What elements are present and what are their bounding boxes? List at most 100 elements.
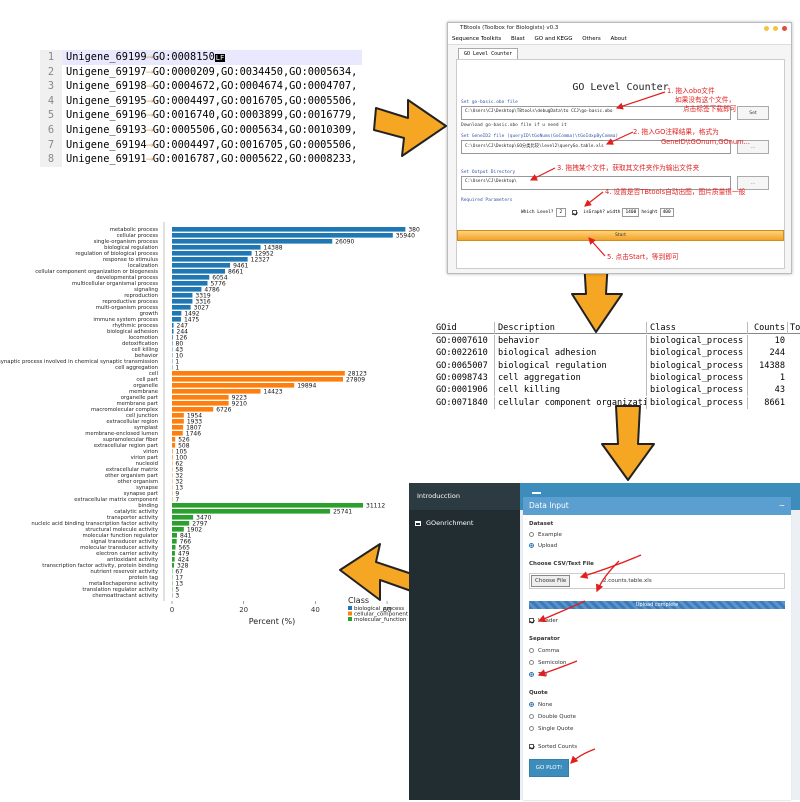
table-cell: biological_process	[646, 335, 747, 347]
table-cell: Counts	[747, 322, 787, 334]
bar	[172, 245, 261, 250]
bar	[172, 257, 248, 262]
go-level-counter-panel: GO Level Counter Set go-basic.obo file C…	[456, 59, 785, 269]
value-label: 35940	[396, 232, 415, 239]
bar	[172, 251, 252, 256]
gene-id: Unigene_69195	[66, 95, 147, 107]
table-cell: Description	[494, 322, 646, 334]
bar	[172, 323, 174, 328]
bar	[172, 311, 181, 316]
bar	[172, 281, 207, 286]
menu-item-others[interactable]: Others	[582, 36, 600, 42]
bar	[172, 335, 173, 340]
table-row: GO:0071840cellular component organizatio…	[432, 397, 800, 409]
bar	[172, 269, 225, 274]
category-label: chemoattractant activity	[92, 593, 158, 599]
bar	[172, 521, 189, 526]
close-button[interactable]	[782, 26, 787, 31]
go-ids: GO:0016740,GO:0003899,GO:0016779,	[153, 109, 358, 121]
gene-id: Unigene_69197	[66, 66, 147, 78]
value-label: 27809	[346, 376, 365, 383]
menu-item-go-kegg[interactable]: GO and KEGG	[535, 36, 573, 42]
menu-item-about[interactable]: About	[611, 36, 627, 42]
gene-id: Unigene_69196	[66, 109, 147, 121]
value-label: 9210	[232, 400, 247, 407]
line-text: Unigene_69197⟶GO:0000209,GO:0034450,GO:0…	[66, 65, 357, 80]
tbtools-window: TBtools (Toolbox for Biologists) v0.3 Se…	[447, 22, 792, 274]
menu-item-blast[interactable]: Blast	[511, 36, 525, 42]
legend-swatch	[348, 612, 352, 616]
bar	[172, 299, 192, 304]
table-cell: GO:0098743	[436, 372, 494, 384]
line-number: 6	[40, 123, 62, 138]
x-tick-label: 0	[170, 606, 174, 614]
bar	[172, 557, 175, 562]
code-line: 5Unigene_69196⟶GO:0016740,GO:0003899,GO:…	[40, 108, 362, 123]
bar	[172, 407, 213, 412]
table-cell: 10	[747, 335, 787, 347]
arrow-right-icon	[372, 88, 450, 160]
code-line: 1Unigene_69199⟶GO:0008150LF	[40, 50, 362, 65]
line-text: Unigene_69195⟶GO:0004497,GO:0016705,GO:0…	[66, 94, 357, 109]
go-ids: GO:0016787,GO:0005622,GO:0008233,	[153, 153, 358, 165]
minimize-button[interactable]	[764, 26, 769, 31]
window-title: TBtools (Toolbox for Biologists) v0.3	[460, 25, 558, 31]
bar	[172, 383, 294, 388]
go-ids: GO:0004672,GO:0004674,GO:0004707,	[153, 80, 358, 92]
value-label: 14423	[264, 388, 283, 395]
value-label: 1	[175, 364, 179, 371]
window-titlebar: TBtools (Toolbox for Biologists) v0.3	[448, 23, 791, 34]
code-line: 6Unigene_69193⟶GO:0005506,GO:0005634,GO:…	[40, 123, 362, 138]
go-bar-chart: metabolic process38022cellular process35…	[0, 222, 420, 682]
bar	[172, 239, 332, 244]
bar	[172, 551, 175, 556]
table-cell: GO:0065007	[436, 360, 494, 372]
sidebar: Introducction GOenrichment	[409, 483, 520, 800]
code-line: 4 Unigene_69195⟶GO:0004497,GO:0016705,GO:…	[40, 94, 362, 109]
table-cell: GO:0071840	[436, 397, 494, 409]
menu-item-sequence-toolkits[interactable]: Sequence Toolkits	[452, 36, 501, 42]
bar	[172, 431, 183, 436]
line-text: Unigene_69198⟶GO:0004672,GO:0004674,GO:0…	[66, 79, 357, 94]
goenrichment-app: Introducction GOenrichment Data Input − …	[409, 483, 800, 800]
bar	[172, 425, 183, 430]
tab-go-level-counter[interactable]: GO Level Counter	[458, 48, 518, 59]
go-ids: GO:0004497,GO:0016705,GO:0005506,	[153, 95, 358, 107]
value-label: 19894	[297, 382, 316, 389]
bar	[172, 527, 184, 532]
table-row: GO:0065007biological regulationbiologica…	[432, 360, 800, 372]
data-input-box: Data Input − Dataset Example Upload Choo…	[523, 495, 791, 800]
bar	[172, 503, 363, 508]
go-ids: GO:0004497,GO:0016705,GO:0005506,	[153, 139, 358, 151]
table-cell: GO:0022610	[436, 347, 494, 359]
gene-id: Unigene_69193	[66, 124, 147, 136]
maximize-button[interactable]	[773, 26, 778, 31]
legend-title: Class	[348, 596, 369, 605]
bar	[172, 455, 173, 460]
table-cell: biological regulation	[494, 360, 646, 372]
bar	[172, 401, 229, 406]
line-number: 4	[40, 94, 62, 109]
bar	[172, 377, 343, 382]
value-label: 26090	[335, 238, 354, 245]
value-label: 8661	[228, 268, 243, 275]
bar	[172, 233, 393, 238]
table-header-row: GOidDescriptionClassCountsTo	[432, 322, 800, 334]
value-label: 12327	[251, 256, 270, 263]
line-feed-marker: LF	[215, 54, 225, 62]
go-level-table: GOidDescriptionClassCountsToGO:0007610be…	[432, 320, 800, 404]
menu-bar: Sequence Toolkits Blast GO and KEGG Othe…	[448, 34, 791, 45]
table-cell: To	[787, 322, 800, 334]
sidebar-item-goenrichment[interactable]: GOenrichment	[409, 516, 520, 530]
line-text: Unigene_69196⟶GO:0016740,GO:0003899,GO:0…	[66, 108, 357, 123]
bar	[172, 293, 192, 298]
bar	[172, 371, 345, 376]
bar	[172, 509, 330, 514]
line-number: 3	[40, 79, 62, 94]
bar	[172, 545, 175, 550]
bar	[172, 287, 201, 292]
table-cell: behavior	[494, 335, 646, 347]
sidebar-title: Introducction	[409, 483, 520, 510]
table-cell: 244	[747, 347, 787, 359]
table-cell: cell killing	[494, 384, 646, 396]
